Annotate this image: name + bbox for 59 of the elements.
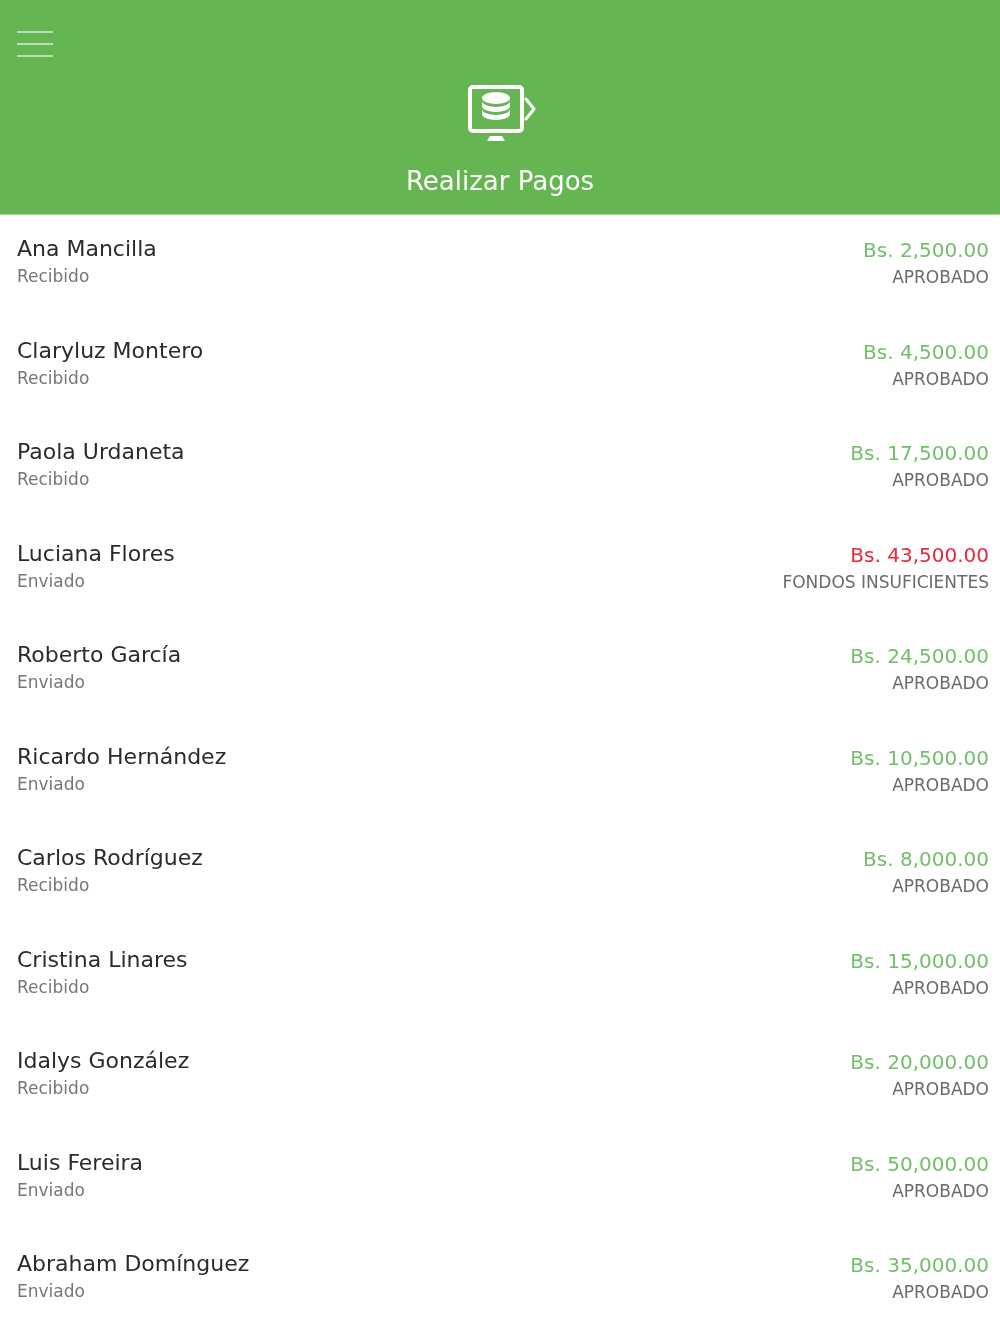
payment-status: APROBADO [892, 1078, 989, 1101]
payment-row[interactable]: Idalys González Recibido Bs. 20,000.00 APROBADO [0, 1027, 1000, 1129]
menu-icon [17, 31, 53, 57]
payment-status: APROBADO [892, 1179, 989, 1203]
payee-name: Luis Fereira [17, 1148, 144, 1177]
payment-row[interactable]: Abraham Domínguez Enviado Bs. 35,000.00 APROBADO [0, 1230, 1000, 1332]
payment-row[interactable]: Luciana Flores Enviado Bs. 43,500.00 FONDOS INSUFICIENTES [0, 519, 1000, 621]
payment-amount: Bs. 4,500.00 [863, 338, 989, 365]
payee-name: Ana Mancilla [17, 235, 157, 263]
payment-status: APROBADO [892, 875, 989, 898]
payee-name: Luciana Flores [17, 539, 175, 568]
payment-amount: Bs. 35,000.00 [850, 1252, 989, 1278]
payment-amount: Bs. 15,000.00 [850, 947, 989, 974]
payment-amount: Bs. 8,000.00 [863, 846, 989, 872]
monitor-coins-icon [468, 85, 536, 141]
direction-label: Recibido [17, 468, 91, 491]
payment-row[interactable]: Paola Urdaneta Recibido Bs. 17,500.00 APROBADO [0, 418, 1000, 520]
payment-amount: Bs. 17,500.00 [850, 440, 989, 466]
payee-name: Idalys González [17, 1047, 190, 1075]
menu-button[interactable] [17, 31, 53, 57]
direction-label: Enviado [17, 772, 86, 796]
payee-name: Carlos Rodríguez [17, 844, 203, 872]
page-title: Realizar Pagos [405, 165, 595, 197]
payment-status: APROBADO [892, 976, 989, 1000]
payment-status: APROBADO [892, 367, 989, 391]
payee-name: Roberto García [17, 641, 182, 669]
payment-row[interactable]: Luis Fereira Enviado Bs. 50,000.00 APROBADO [0, 1128, 1000, 1230]
payee-name: Claryluz Montero [17, 336, 204, 365]
payment-row[interactable]: Ana Mancilla Recibido Bs. 2,500.00 APROBADO [0, 215, 1000, 317]
payment-row[interactable]: Ricardo Hernández Enviado Bs. 10,500.00 APROBADO [0, 722, 1000, 824]
payment-status: APROBADO [892, 773, 989, 797]
payment-amount: Bs. 2,500.00 [863, 237, 989, 263]
direction-label: Enviado [17, 1178, 86, 1202]
payment-amount: Bs. 43,500.00 [850, 541, 989, 568]
direction-label: Recibido [17, 874, 91, 897]
payment-row[interactable]: Roberto García Enviado Bs. 24,500.00 APROBADO [0, 621, 1000, 723]
direction-label: Recibido [17, 265, 91, 288]
direction-label: Enviado [17, 569, 86, 593]
payee-name: Abraham Domínguez [17, 1250, 250, 1278]
direction-label: Enviado [17, 671, 86, 694]
payment-status: APROBADO [892, 1281, 989, 1304]
payee-name: Paola Urdaneta [17, 438, 185, 466]
payment-status: FONDOS INSUFICIENTES [782, 570, 989, 594]
direction-label: Recibido [17, 1077, 91, 1100]
payment-status: APROBADO [892, 469, 989, 492]
payment-status: APROBADO [892, 266, 989, 289]
direction-label: Recibido [17, 975, 91, 999]
direction-label: Recibido [17, 366, 91, 390]
payee-name: Ricardo Hernández [17, 742, 227, 771]
payment-amount: Bs. 10,500.00 [850, 744, 989, 771]
payment-amount: Bs. 50,000.00 [850, 1150, 989, 1177]
payment-status: APROBADO [892, 672, 989, 695]
payment-row[interactable]: Claryluz Montero Recibido Bs. 4,500.00 APROBADO [0, 316, 1000, 418]
payment-amount: Bs. 24,500.00 [850, 643, 989, 669]
payment-row[interactable]: Carlos Rodríguez Recibido Bs. 8,000.00 APROBADO [0, 824, 1000, 926]
direction-label: Enviado [17, 1280, 86, 1303]
payment-amount: Bs. 20,000.00 [850, 1049, 989, 1075]
payee-name: Cristina Linares [17, 945, 188, 974]
payment-row[interactable]: Cristina Linares Recibido Bs. 15,000.00 APROBADO [0, 925, 1000, 1027]
